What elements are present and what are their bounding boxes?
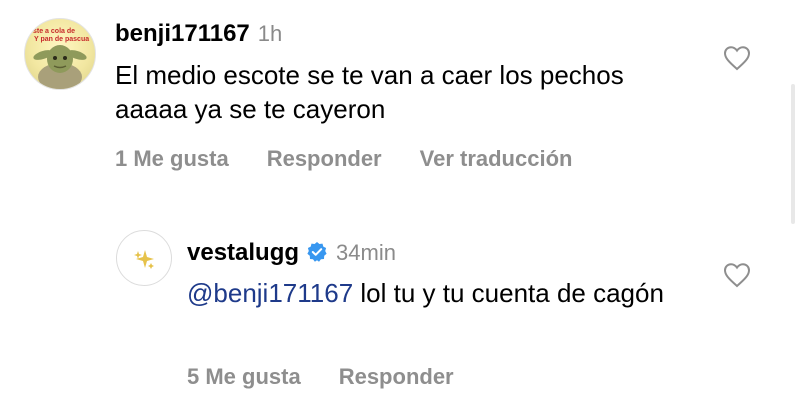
translate-button[interactable]: Ver traducción (420, 146, 573, 172)
heart-outline-icon[interactable] (723, 45, 751, 71)
reply-text: @benji171167 lol tu y tu cuenta de cagón (187, 276, 687, 310)
reply-username[interactable]: vestalugg (187, 239, 299, 267)
reply-button[interactable]: Responder (267, 146, 382, 172)
reply-reply-button[interactable]: Responder (339, 364, 454, 390)
comment-timestamp: 1h (257, 21, 283, 46)
reply-mention-link[interactable]: @benji171167 (187, 278, 353, 308)
comment-username[interactable]: benji171167 (115, 20, 250, 48)
likes-count-button[interactable]: 1 Me gusta (115, 146, 229, 172)
reply-timestamp: 34min (336, 240, 396, 265)
reply-avatar[interactable] (116, 230, 172, 286)
verified-badge-icon (307, 242, 327, 262)
heart-outline-icon[interactable] (723, 262, 751, 288)
avatar[interactable]: ste a cola de Y pan de pascua (24, 18, 96, 90)
reply-message: lol tu y tu cuenta de cagón (353, 278, 664, 308)
avatar-caption-line-2: Y pan de pascua (34, 36, 90, 43)
comment-text: El medio escote se te van a caer los pec… (115, 60, 624, 124)
reply-likes-count-button[interactable]: 5 Me gusta (187, 364, 301, 390)
scrollbar[interactable] (791, 84, 795, 224)
reply-actions: 5 Me gusta Responder (187, 364, 492, 390)
avatar-caption-line-1: ste a cola de (33, 28, 76, 35)
comment-actions: 1 Me gusta Responder Ver traducción (115, 146, 610, 172)
comments-thread: ste a cola de Y pan de pascua benji17116… (0, 0, 800, 411)
sparkles-icon (134, 250, 154, 269)
reply-header: vestalugg 34min (187, 238, 396, 267)
comment-header: benji171167 1h (115, 20, 282, 48)
